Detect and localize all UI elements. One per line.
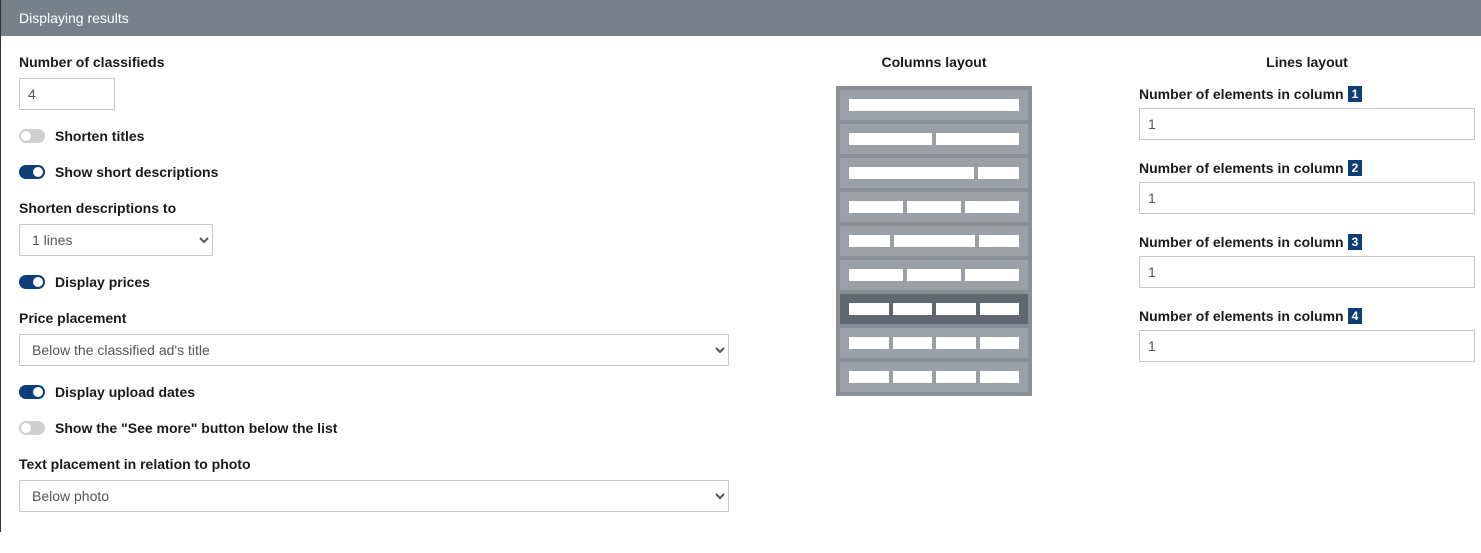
elements-in-column-text: Number of elements in column bbox=[1139, 160, 1344, 176]
elements-in-column-label: Number of elements in column4 bbox=[1139, 308, 1475, 324]
toggle-switch-off-icon bbox=[19, 129, 45, 143]
layout-cell-icon bbox=[979, 235, 1020, 247]
text-placement-label: Text placement in relation to photo bbox=[19, 456, 729, 472]
columns-layout-option[interactable] bbox=[840, 158, 1028, 188]
layout-cell-icon bbox=[849, 99, 1019, 111]
layout-cell-icon bbox=[849, 167, 974, 179]
settings-column: Number of classifieds Shorten titles Sho… bbox=[19, 54, 729, 512]
layout-cell-icon bbox=[894, 235, 975, 247]
elements-in-column-input[interactable] bbox=[1139, 330, 1475, 362]
column-number-badge: 4 bbox=[1348, 308, 1363, 324]
number-of-classifieds-input[interactable] bbox=[19, 78, 115, 110]
columns-layout-option[interactable] bbox=[840, 294, 1028, 324]
elements-in-column-label: Number of elements in column1 bbox=[1139, 86, 1475, 102]
columns-layout-heading: Columns layout bbox=[881, 54, 986, 70]
see-more-label: Show the "See more" button below the lis… bbox=[55, 420, 337, 436]
layout-cell-icon bbox=[849, 337, 889, 349]
lines-layout-group: Number of elements in column3 bbox=[1139, 234, 1475, 288]
shorten-descriptions-to-label: Shorten descriptions to bbox=[19, 200, 729, 216]
lines-layout-group: Number of elements in column4 bbox=[1139, 308, 1475, 362]
elements-in-column-input[interactable] bbox=[1139, 108, 1475, 140]
layout-cell-icon bbox=[965, 269, 1019, 281]
layout-cell-icon bbox=[980, 303, 1020, 315]
lines-layout-group: Number of elements in column2 bbox=[1139, 160, 1475, 214]
columns-layout-grid bbox=[836, 86, 1032, 396]
column-number-badge: 2 bbox=[1348, 160, 1363, 176]
elements-in-column-text: Number of elements in column bbox=[1139, 308, 1344, 324]
columns-layout-option[interactable] bbox=[840, 362, 1028, 392]
layout-cell-icon bbox=[965, 201, 1019, 213]
display-upload-dates-toggle[interactable]: Display upload dates bbox=[19, 384, 729, 400]
toggle-switch-off-icon bbox=[19, 421, 45, 435]
layout-cell-icon bbox=[893, 303, 933, 315]
columns-layout-option[interactable] bbox=[840, 124, 1028, 154]
display-prices-toggle[interactable]: Display prices bbox=[19, 274, 729, 290]
toggle-switch-on-icon bbox=[19, 165, 45, 179]
toggle-switch-on-icon bbox=[19, 385, 45, 399]
elements-in-column-text: Number of elements in column bbox=[1139, 86, 1344, 102]
number-of-classifieds-label: Number of classifieds bbox=[19, 54, 729, 70]
show-short-descriptions-toggle[interactable]: Show short descriptions bbox=[19, 164, 729, 180]
display-prices-label: Display prices bbox=[55, 274, 150, 290]
layout-cell-icon bbox=[893, 337, 933, 349]
column-number-badge: 3 bbox=[1348, 234, 1363, 250]
columns-layout-column: Columns layout bbox=[749, 54, 1119, 512]
lines-layout-heading: Lines layout bbox=[1266, 54, 1348, 70]
shorten-titles-label: Shorten titles bbox=[55, 128, 144, 144]
elements-in-column-text: Number of elements in column bbox=[1139, 234, 1344, 250]
layout-cell-icon bbox=[907, 201, 961, 213]
layout-cell-icon bbox=[936, 303, 976, 315]
layout-cell-icon bbox=[978, 167, 1020, 179]
elements-in-column-input[interactable] bbox=[1139, 182, 1475, 214]
section-title: Displaying results bbox=[19, 10, 129, 26]
lines-layout-column: Lines layout Number of elements in colum… bbox=[1139, 54, 1475, 512]
toggle-switch-on-icon bbox=[19, 275, 45, 289]
price-placement-label: Price placement bbox=[19, 310, 729, 326]
columns-layout-option[interactable] bbox=[840, 226, 1028, 256]
column-number-badge: 1 bbox=[1348, 86, 1363, 102]
columns-layout-option[interactable] bbox=[840, 328, 1028, 358]
shorten-descriptions-to-select[interactable]: 1 lines bbox=[19, 224, 213, 256]
price-placement-select[interactable]: Below the classified ad's title bbox=[19, 334, 729, 366]
text-placement-select[interactable]: Below photo bbox=[19, 480, 729, 512]
see-more-toggle[interactable]: Show the "See more" button below the lis… bbox=[19, 420, 729, 436]
display-upload-dates-label: Display upload dates bbox=[55, 384, 195, 400]
layout-cell-icon bbox=[907, 269, 961, 281]
show-short-descriptions-label: Show short descriptions bbox=[55, 164, 218, 180]
columns-layout-option[interactable] bbox=[840, 260, 1028, 290]
layout-cell-icon bbox=[980, 371, 1020, 383]
layout-cell-icon bbox=[980, 337, 1020, 349]
shorten-titles-toggle[interactable]: Shorten titles bbox=[19, 128, 729, 144]
layout-cell-icon bbox=[893, 371, 933, 383]
lines-layout-group: Number of elements in column1 bbox=[1139, 86, 1475, 140]
elements-in-column-label: Number of elements in column3 bbox=[1139, 234, 1475, 250]
layout-cell-icon bbox=[849, 303, 889, 315]
layout-cell-icon bbox=[849, 371, 889, 383]
layout-cell-icon bbox=[936, 133, 1019, 145]
elements-in-column-input[interactable] bbox=[1139, 256, 1475, 288]
columns-layout-option[interactable] bbox=[840, 90, 1028, 120]
layout-cell-icon bbox=[936, 371, 976, 383]
layout-cell-icon bbox=[849, 269, 903, 281]
layout-cell-icon bbox=[849, 133, 932, 145]
layout-cell-icon bbox=[849, 235, 890, 247]
layout-cell-icon bbox=[936, 337, 976, 349]
layout-cell-icon bbox=[849, 201, 903, 213]
elements-in-column-label: Number of elements in column2 bbox=[1139, 160, 1475, 176]
columns-layout-option[interactable] bbox=[840, 192, 1028, 222]
section-header: Displaying results bbox=[1, 0, 1481, 36]
